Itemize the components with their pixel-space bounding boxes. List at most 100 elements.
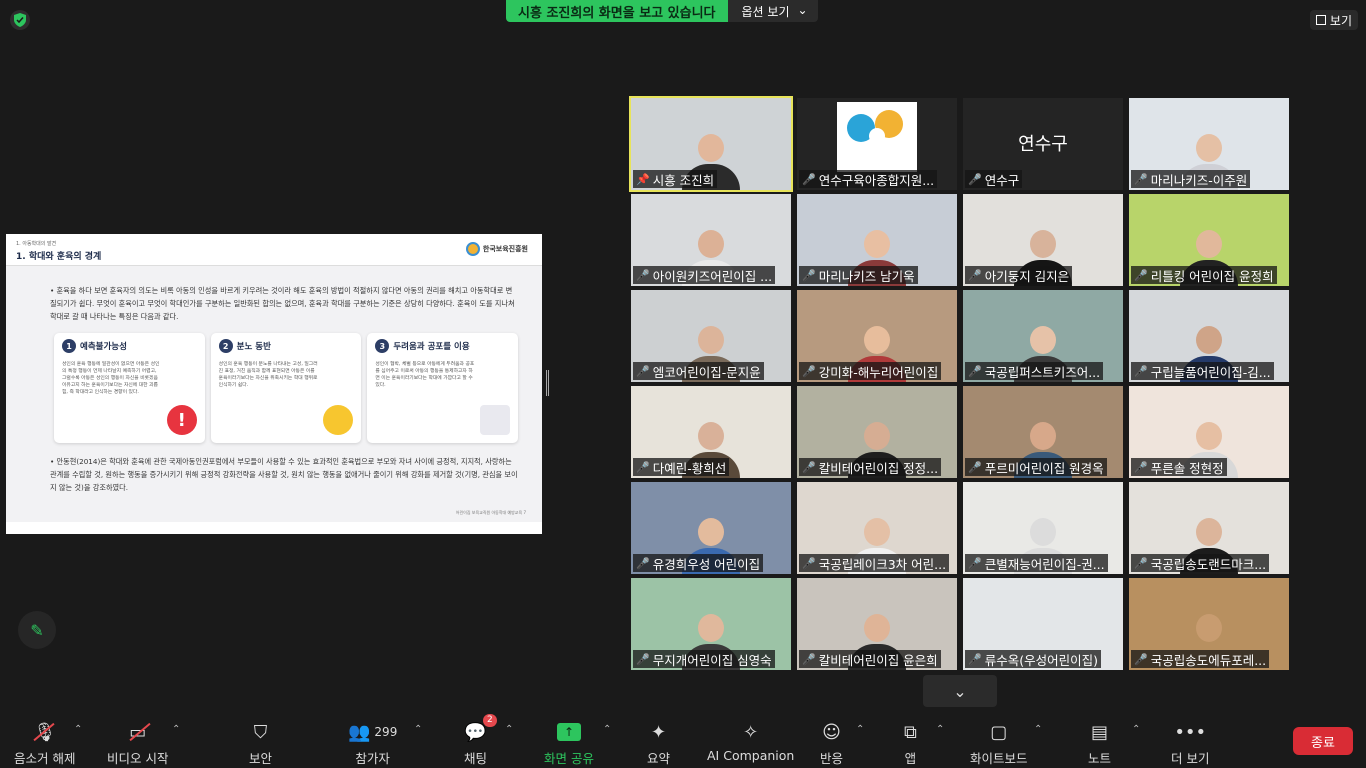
view-button[interactable]: 보기 bbox=[1309, 10, 1358, 30]
apps-button[interactable]: ⧉ 앱 bbox=[904, 720, 917, 767]
whiteboard-icon: ▢ bbox=[990, 721, 1008, 743]
slide-card-2: 2 분노 동반 성인의 훈육 행동이 분노를 나타내는 고성, 일그러진 표정, … bbox=[210, 333, 362, 443]
participant-tile[interactable]: 🎤 국공립송도랜드마크... bbox=[1129, 482, 1289, 574]
participant-name-label: 🎤 아기둥지 김지은 bbox=[965, 266, 1073, 284]
org-logo-icon bbox=[465, 242, 480, 256]
org-logo-image bbox=[837, 102, 917, 172]
start-video-button[interactable]: ▭ 비디오 시작 bbox=[107, 720, 168, 767]
screen-share-banner: 시흥 조진희의 화면을 보고 있습니다 옵션 보기 ⌄ bbox=[506, 0, 818, 22]
participant-name-label: 🎤 국공립송도랜드마크... bbox=[1131, 554, 1270, 572]
participant-tile[interactable]: 🎤 푸르미어린이집 원경옥 bbox=[963, 386, 1123, 478]
reaction-options-caret[interactable]: ⌃ bbox=[856, 724, 864, 735]
participant-name-label: 🎤 연수구육아종합지원... bbox=[799, 170, 938, 188]
mic-muted-icon: 🎤 bbox=[1134, 268, 1148, 282]
participant-tile[interactable]: 🎤 유경희우성 어린이집 bbox=[631, 482, 791, 574]
more-icon: ••• bbox=[1174, 721, 1207, 743]
security-button[interactable]: ⛉ 보안 bbox=[249, 720, 272, 767]
participant-tile[interactable]: 🎤 마리나키즈-이주원 bbox=[1129, 98, 1289, 190]
share-options-caret[interactable]: ⌃ bbox=[603, 724, 611, 735]
slide-header: 1. 아동학대의 발견 1. 학대와 훈육의 경계 한국보육진흥원 bbox=[6, 234, 542, 266]
participant-name-label: 🎤 유경희우성 어린이집 bbox=[633, 554, 764, 572]
mic-muted-icon: 🎤 bbox=[968, 268, 982, 282]
zoom-meeting-window: 시흥 조진희의 화면을 보고 있습니다 옵션 보기 ⌄ 보기 1. 아동학대의 … bbox=[0, 0, 1366, 768]
meeting-toolbar: 🎙 음소거 해제 ⌃ ▭ 비디오 시작 ⌃ ⛉ 보안 👥 299 참가자 ⌃ 💬 2… bbox=[0, 708, 1366, 768]
warning-icon: ! bbox=[166, 405, 197, 435]
pen-icon[interactable]: ✎ bbox=[18, 611, 56, 649]
org-logo: 한국보육진흥원 bbox=[465, 242, 528, 256]
participant-name-label: 🎤 강미화-해누리어린이집 bbox=[799, 362, 942, 380]
participant-tile[interactable]: 🎤 강미화-해누리어린이집 bbox=[797, 290, 957, 382]
slide-section: 1. 아동학대의 발견 bbox=[16, 241, 57, 247]
shield-icon[interactable] bbox=[10, 10, 30, 30]
video-options-caret[interactable]: ⌃ bbox=[172, 724, 180, 735]
participant-name-label: 🎤 푸른솔 정현정 bbox=[1131, 458, 1227, 476]
split-resize-handle[interactable] bbox=[546, 370, 549, 396]
participant-tile[interactable]: 📌 시흥 조진희 bbox=[629, 96, 793, 192]
chat-badge: 2 bbox=[482, 714, 497, 727]
participant-tile[interactable]: 🎤 국공립퍼스트키즈어... bbox=[963, 290, 1123, 382]
mic-muted-icon: 🎤 bbox=[636, 268, 650, 282]
participant-tile[interactable]: 🎤 푸른솔 정현정 bbox=[1129, 386, 1289, 478]
participants-options-caret[interactable]: ⌃ bbox=[414, 724, 422, 735]
slide-card-1: 1 예측불가능성 성인의 훈육 행동에 일관성이 없으면 아동은 성인의 특정 행… bbox=[54, 333, 205, 443]
whiteboard-options-caret[interactable]: ⌃ bbox=[1034, 724, 1042, 735]
mic-muted-icon: 🎤 bbox=[968, 652, 982, 666]
participant-name-label: 🎤 큰별재능어린이집-권... bbox=[965, 554, 1108, 572]
participant-tile[interactable]: 🎤 구립늘품어린이집-김... bbox=[1129, 290, 1289, 382]
participants-button[interactable]: 👥 299 참가자 bbox=[348, 720, 397, 767]
end-meeting-button[interactable]: 종료 bbox=[1293, 727, 1353, 755]
chat-icon: 💬 2 bbox=[464, 714, 497, 744]
reaction-icon: ☺ bbox=[822, 721, 841, 743]
participant-tile[interactable]: 🎤 아기둥지 김지은 bbox=[963, 194, 1123, 286]
reaction-button[interactable]: ☺ 반응 bbox=[820, 720, 843, 767]
mic-muted-icon: 🎤 bbox=[802, 364, 816, 378]
participant-tile[interactable]: 🎤 다예린-황희선 bbox=[631, 386, 791, 478]
apps-options-caret[interactable]: ⌃ bbox=[936, 724, 944, 735]
mic-muted-icon: 🎤 bbox=[802, 172, 816, 186]
participant-tile[interactable]: 🎤 국공립레이크3차 어린... bbox=[797, 482, 957, 574]
participant-name-label: 🎤 국공립퍼스트키즈어... bbox=[965, 362, 1104, 380]
mic-muted-icon: 🎤 bbox=[636, 364, 650, 378]
participant-tile[interactable]: 🎤 마리나키즈 남기욱 bbox=[797, 194, 957, 286]
mic-muted-icon: 🎤 bbox=[636, 556, 650, 570]
participant-tile[interactable]: 🎤 아이원키즈어린이집 ... bbox=[631, 194, 791, 286]
slide-footer: 어린이집 보육교직원 아동학대 예방교육 7 bbox=[455, 510, 526, 515]
angry-face-icon bbox=[323, 405, 354, 435]
notes-options-caret[interactable]: ⌃ bbox=[1132, 724, 1140, 735]
summary-icon: ✦ bbox=[650, 721, 667, 743]
participant-name-label: 🎤 류수옥(우성어린이집) bbox=[965, 650, 1101, 668]
participant-tile[interactable]: 연수구 🎤 연수구 bbox=[963, 98, 1123, 190]
mic-muted-icon: 🎤 bbox=[802, 460, 816, 474]
unmute-button[interactable]: 🎙 음소거 해제 bbox=[14, 720, 75, 767]
participant-tile[interactable]: 🎤 리틀킹 어린이집 윤정희 bbox=[1129, 194, 1289, 286]
whiteboard-button[interactable]: ▢ 화이트보드 bbox=[970, 720, 1028, 767]
participant-name-label: 🎤 국공립송도에듀포레... bbox=[1131, 650, 1270, 668]
summary-button[interactable]: ✦ 요약 bbox=[647, 720, 670, 767]
notes-button[interactable]: ▤ 노트 bbox=[1088, 720, 1111, 767]
view-options-button[interactable]: 옵션 보기 ⌄ bbox=[727, 0, 818, 22]
mic-muted-icon: 🎤 bbox=[968, 364, 982, 378]
gallery-scroll-down-button[interactable]: ⌄ bbox=[923, 675, 997, 707]
more-button[interactable]: ••• 더 보기 bbox=[1171, 720, 1209, 767]
slide-paragraph-2: • 안동현(2014)은 학대와 훈육에 관한 국제아동인권포럼에서 부모들이 … bbox=[50, 457, 518, 492]
slide-cards: 1 예측불가능성 성인의 훈육 행동에 일관성이 없으면 아동은 성인의 특정 행… bbox=[54, 333, 519, 443]
mic-muted-icon: 🎤 bbox=[802, 652, 816, 666]
participant-tile[interactable]: 🎤 칼비테어린이집 정정... bbox=[797, 386, 957, 478]
video-off-icon: ▭ bbox=[129, 721, 147, 743]
participant-tile[interactable]: 🎤 류수옥(우성어린이집) bbox=[963, 578, 1123, 670]
slide-paragraph-1: • 훈육을 하다 보면 훈육자의 의도는 비록 아동의 인성을 바르게 키우려는… bbox=[50, 286, 515, 321]
mic-muted-icon: 🎤 bbox=[1134, 172, 1148, 186]
ai-companion-button[interactable]: ✧ AI Companion bbox=[707, 720, 794, 764]
participant-tile[interactable]: 🎤 엠코어린이집-문지윤 bbox=[631, 290, 791, 382]
participant-tile[interactable]: 🎤 연수구육아종합지원... bbox=[797, 98, 957, 190]
participant-tile[interactable]: 🎤 국공립송도에듀포레... bbox=[1129, 578, 1289, 670]
participant-tile[interactable]: 🎤 무지개어린이집 심영숙 bbox=[631, 578, 791, 670]
chat-options-caret[interactable]: ⌃ bbox=[505, 724, 513, 735]
chat-button[interactable]: 💬 2 채팅 bbox=[464, 714, 497, 767]
participant-name-label: 🎤 아이원키즈어린이집 ... bbox=[633, 266, 776, 284]
participant-name-label: 🎤 국공립레이크3차 어린... bbox=[799, 554, 950, 572]
share-screen-button[interactable]: ↑ 화면 공유 bbox=[544, 720, 594, 767]
participant-tile[interactable]: 🎤 큰별재능어린이집-권... bbox=[963, 482, 1123, 574]
participant-tile[interactable]: 🎤 칼비테어린이집 윤은희 bbox=[797, 578, 957, 670]
audio-options-caret[interactable]: ⌃ bbox=[74, 724, 82, 735]
